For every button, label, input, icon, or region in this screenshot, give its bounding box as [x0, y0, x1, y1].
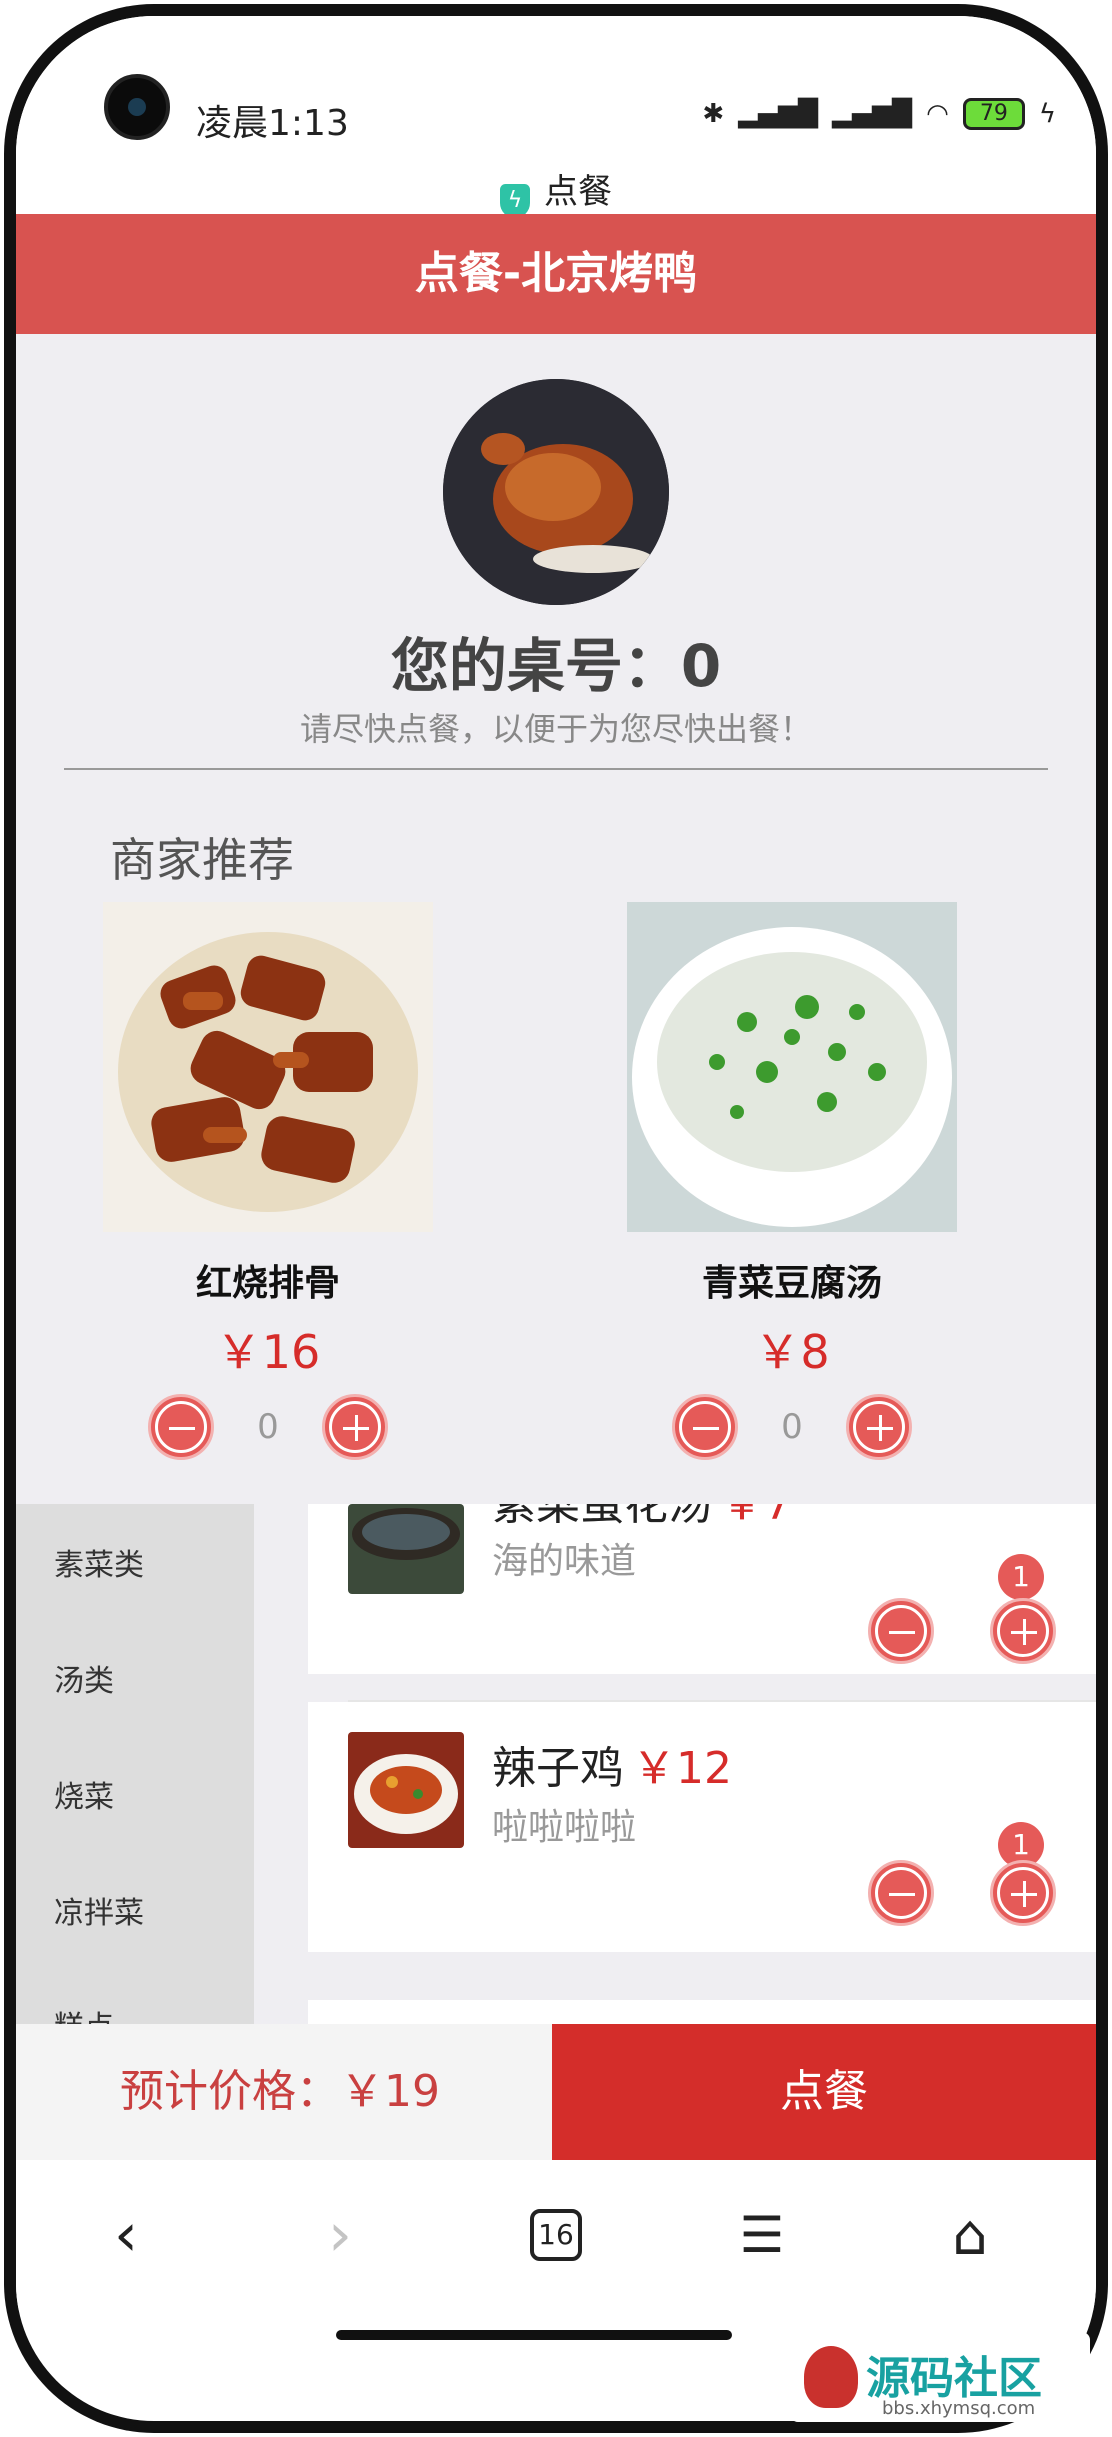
dish-image[interactable]	[627, 902, 957, 1232]
phone-frame: 凌晨1:13 ✱ ▂▄▆█ ▂▄▆█ ◠ 79 ϟ ϟ 点餐 点餐-北京烤鸭 您…	[0, 0, 1112, 2437]
dish-desc: 啦啦啦啦	[492, 1807, 637, 1848]
divider	[64, 768, 1048, 770]
quantity-stepper: 0	[622, 1394, 962, 1460]
recommend-card: 青菜豆腐汤 ￥8 0	[622, 902, 962, 1460]
dish-name: 辣子鸡 ￥12	[492, 1743, 732, 1794]
category-item[interactable]: 素菜类	[54, 1540, 144, 1584]
forward-icon[interactable]: ›	[300, 2200, 380, 2270]
estimated-price: 预计价格：￥19	[16, 2024, 552, 2160]
minus-button[interactable]	[868, 1860, 934, 1926]
app-header: 点餐-北京烤鸭	[16, 214, 1096, 334]
category-item[interactable]: 汤类	[54, 1656, 114, 1700]
quantity-value: 0	[781, 1407, 803, 1447]
back-icon[interactable]: ‹	[86, 2200, 166, 2270]
tabs-button[interactable]: 16	[516, 2200, 596, 2270]
charging-icon: ϟ	[1038, 99, 1056, 129]
minus-button[interactable]	[672, 1394, 738, 1460]
watermark: 源码社区 bbs.xhymsq.com	[790, 2332, 1090, 2422]
watermark-text: 源码社区	[866, 2353, 1042, 2404]
dish-image	[348, 1732, 464, 1848]
tofu-soup-image	[627, 902, 957, 1232]
category-item[interactable]: 烧菜	[54, 1772, 114, 1816]
plus-button[interactable]	[990, 1860, 1056, 1926]
site-title-text: 点餐	[544, 172, 612, 212]
restaurant-avatar	[443, 379, 669, 605]
browser-toolbar: ‹ › 16 ☰ ⌂	[16, 2160, 1096, 2310]
dish-list[interactable]: 紫菜蛋花汤 ￥7 海的味道 1 辣子鸡 ￥12 啦啦啦啦 1	[308, 1504, 1096, 2024]
dish-image[interactable]	[103, 902, 433, 1232]
spicy-chicken-image	[348, 1732, 464, 1848]
roast-duck-image	[443, 379, 669, 605]
dish-card	[308, 2000, 1096, 2024]
dish-image	[348, 1504, 464, 1594]
order-hint: 请尽快点餐，以便于为您尽快出餐！	[299, 710, 812, 748]
browser-site-title: ϟ 点餐	[16, 164, 1096, 218]
tab-count: 16	[530, 2209, 582, 2261]
dish-card: 紫菜蛋花汤 ￥7 海的味道 1	[308, 1504, 1096, 1702]
shield-icon: ϟ	[500, 184, 530, 218]
status-time: 凌晨1:13	[196, 103, 349, 144]
quantity-value: 0	[257, 1407, 279, 1447]
signal-icon: ▂▄▆█	[738, 99, 819, 129]
dish-card: 辣子鸡 ￥12 啦啦啦啦 1	[308, 1702, 1096, 1952]
signal-icon: ▂▄▆█	[832, 99, 913, 129]
recommend-card: 红烧排骨 ￥16 0	[98, 902, 438, 1460]
main-page: 您的桌号：0 请尽快点餐，以便于为您尽快出餐！ 商家推荐 红烧排骨 ￥16 0 …	[16, 334, 1096, 1534]
status-bar: 凌晨1:13 ✱ ▂▄▆█ ▂▄▆█ ◠ 79 ϟ	[16, 16, 1096, 156]
watermark-url: bbs.xhymsq.com	[882, 2398, 1036, 2419]
bottom-bar: 预计价格：￥19 点餐	[16, 2024, 1096, 2160]
home-icon[interactable]: ⌂	[930, 2200, 1010, 2270]
recommend-name: 红烧排骨	[195, 1263, 340, 1304]
minus-button[interactable]	[868, 1598, 934, 1664]
battery-icon: 79	[962, 98, 1025, 130]
category-sidebar[interactable]: 素菜类 汤类 烧菜 凉拌菜 糕点	[16, 1504, 254, 2024]
screen: 凌晨1:13 ✱ ▂▄▆█ ▂▄▆█ ◠ 79 ϟ ϟ 点餐 点餐-北京烤鸭 您…	[16, 16, 1096, 2421]
plus-button[interactable]	[322, 1394, 388, 1460]
braised-ribs-image	[103, 902, 433, 1232]
recommend-name: 青菜豆腐汤	[701, 1263, 882, 1304]
count-badge: 1	[998, 1554, 1044, 1600]
category-item[interactable]: 糕点	[54, 2002, 114, 2024]
seaweed-soup-image	[348, 1504, 464, 1594]
menu-icon[interactable]: ☰	[722, 2200, 802, 2270]
status-icons: ✱ ▂▄▆█ ▂▄▆█ ◠ 79 ϟ	[702, 98, 1056, 130]
bluetooth-icon: ✱	[702, 99, 725, 129]
plus-button[interactable]	[846, 1394, 912, 1460]
quantity-stepper: 0	[98, 1394, 438, 1460]
category-item[interactable]: 凉拌菜	[54, 1888, 144, 1932]
home-indicator[interactable]	[336, 2330, 732, 2340]
watermark-logo	[804, 2346, 858, 2408]
recommend-price: ￥16	[215, 1325, 321, 1379]
dish-name: 紫菜蛋花汤 ￥7	[492, 1504, 792, 1530]
dish-desc: 海的味道	[492, 1541, 637, 1582]
order-button[interactable]: 点餐	[552, 2024, 1096, 2160]
recommend-title: 商家推荐	[110, 833, 294, 887]
plus-button[interactable]	[990, 1598, 1056, 1664]
minus-button[interactable]	[148, 1394, 214, 1460]
menu-area: 素菜类 汤类 烧菜 凉拌菜 糕点 紫菜蛋花汤￥7 海的味道	[16, 1504, 1096, 2024]
front-camera	[104, 74, 170, 140]
recommend-price: ￥8	[754, 1325, 830, 1379]
wifi-icon: ◠	[926, 99, 949, 129]
table-number: 您的桌号：0	[390, 632, 722, 700]
